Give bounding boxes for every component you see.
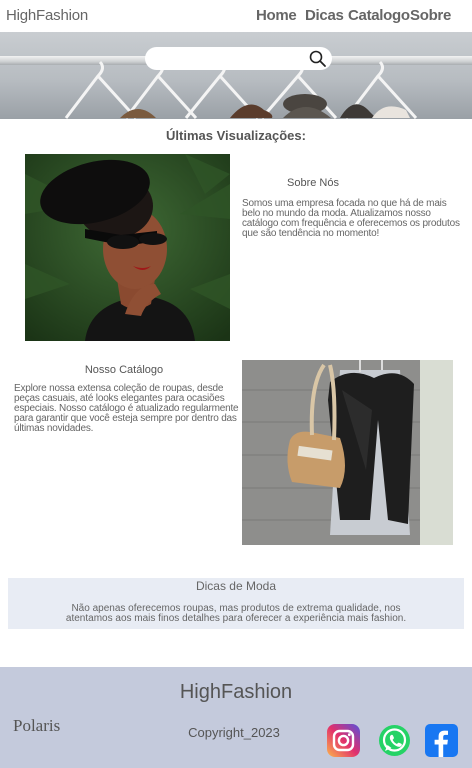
instagram-icon[interactable]	[327, 724, 360, 757]
clothes-photo	[242, 360, 453, 545]
brand-logo[interactable]: HighFashion	[6, 7, 88, 24]
about-text: Somos uma empresa focada no que há de ma…	[242, 198, 460, 239]
facebook-icon[interactable]	[425, 724, 458, 757]
nav-link-home[interactable]: Home	[256, 7, 297, 24]
whatsapp-icon[interactable]	[378, 724, 411, 757]
footer-brand: HighFashion	[179, 681, 293, 703]
tips-text: Não apenas oferecemos roupas, mas produt…	[65, 603, 407, 624]
catalog-heading: Nosso Catálogo	[84, 364, 164, 376]
tips-section: Dicas de Moda Não apenas oferecemos roup…	[8, 578, 464, 629]
nav-link-dicas[interactable]: Dicas	[305, 7, 344, 24]
tips-heading: Dicas de Moda	[195, 579, 277, 593]
about-heading: Sobre Nós	[287, 177, 339, 189]
nav-link-sobre[interactable]: Sobre	[410, 7, 451, 24]
hero-banner	[0, 32, 472, 119]
copyright-text: Copyright_2023	[188, 725, 280, 740]
footer: HighFashion Polaris Copyright_2023	[0, 667, 472, 768]
catalog-text: Explore nossa extensa coleção de roupas,…	[14, 383, 239, 434]
nav-link-catalogo[interactable]: Catalogo	[348, 7, 410, 24]
search-input[interactable]	[145, 47, 332, 70]
model-photo	[25, 154, 230, 341]
hangers-image	[64, 60, 418, 119]
recent-views-title: Últimas Visualizações:	[166, 128, 306, 143]
top-nav: HighFashion Home Dicas Catalogo Sobre	[0, 0, 472, 32]
search-icon[interactable]	[308, 49, 328, 69]
polaris-logo: Polaris	[13, 716, 61, 735]
